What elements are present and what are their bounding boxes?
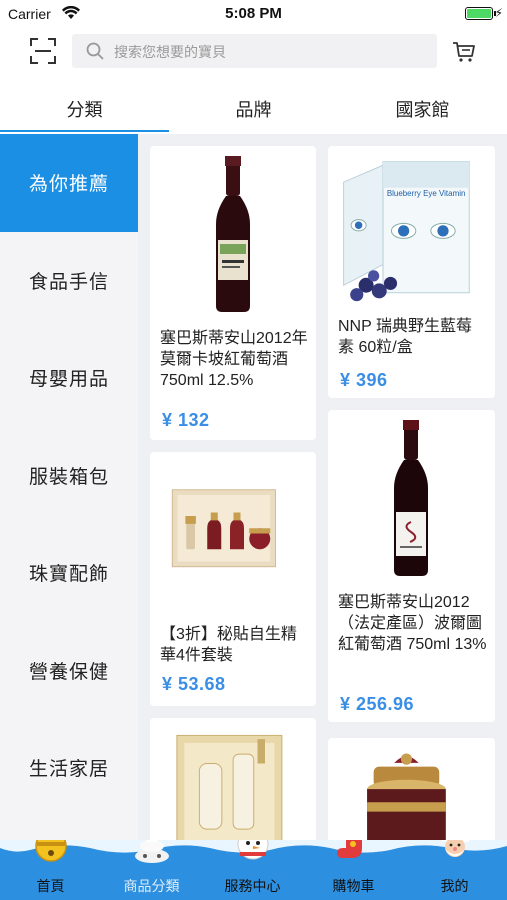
nav-cart[interactable]: 購物車	[303, 840, 404, 900]
product-name: 塞巴斯蒂安山2012年莫爾卡坡紅葡萄酒 750ml 12.5%	[160, 330, 308, 389]
skincare-gift-box-image	[176, 734, 283, 840]
blueberry-supplement-box-image: Blueberry Eye Vitamin	[343, 161, 470, 302]
cream-jar-image	[367, 753, 446, 840]
skincare-set-image	[171, 489, 276, 568]
product-price: ¥ 53.68	[162, 674, 226, 694]
cart-icon[interactable]	[452, 40, 476, 64]
product-name: 【3折】秘貼自生精華4件套裝	[160, 626, 297, 664]
nav-label: 我的	[440, 878, 469, 894]
nav-label: 首頁	[36, 878, 65, 894]
tab-category[interactable]: 分類	[0, 80, 169, 132]
product-name: NNP 瑞典野生藍莓素 60粒/盒	[338, 318, 472, 356]
product-price: ¥ 396	[340, 370, 388, 390]
scan-icon[interactable]	[30, 38, 56, 64]
product-name: 塞巴斯蒂安山2012（法定產區）波爾圖紅葡萄酒 750ml 13%	[338, 594, 487, 653]
sidebar-item-apparel[interactable]: 服裝箱包	[0, 427, 138, 525]
sidebar-item-food[interactable]: 食品手信	[0, 232, 138, 330]
red-wine-bottle-image	[216, 156, 250, 312]
search-header: 搜索您想要的寶貝	[0, 28, 507, 78]
nav-home[interactable]: 首頁	[0, 840, 101, 900]
search-bar[interactable]: 搜索您想要的寶貝	[72, 34, 437, 68]
nav-label: 服務中心	[224, 878, 281, 894]
product-card[interactable]: 塞巴斯蒂安山2012年莫爾卡坡紅葡萄酒 750ml 12.5% ¥ 132	[150, 146, 316, 440]
charging-icon: ⚡	[494, 6, 503, 20]
category-sidebar: 為你推薦 食品手信 母嬰用品 服裝箱包 珠寶配飾 營養保健 生活家居	[0, 134, 138, 840]
sidebar-item-recommended[interactable]: 為你推薦	[0, 134, 138, 232]
clock: 5:08 PM	[225, 5, 282, 22]
red-wine-bottle-white-label-image	[394, 420, 428, 576]
battery-icon	[465, 7, 496, 20]
search-placeholder: 搜索您想要的寶貝	[114, 44, 226, 60]
tab-country[interactable]: 國家館	[338, 80, 507, 132]
product-grid: 塞巴斯蒂安山2012年莫爾卡坡紅葡萄酒 750ml 12.5% ¥ 132 Bl…	[138, 134, 507, 840]
product-price: ¥ 256.96	[340, 694, 415, 714]
category-tabs: 分類 品牌 國家館	[0, 80, 507, 132]
nav-categories[interactable]: 商品分類	[101, 840, 202, 900]
nav-profile[interactable]: 我的	[404, 840, 505, 900]
search-icon	[86, 42, 104, 60]
product-card[interactable]: Blueberry Eye Vitamin NNP 瑞典野生藍莓素 60粒/盒 …	[328, 146, 495, 398]
stocking-icon	[337, 840, 362, 858]
sidebar-item-home[interactable]: 生活家居	[0, 719, 138, 817]
product-card[interactable]	[150, 718, 316, 840]
sidebar-item-health[interactable]: 營養保健	[0, 622, 138, 720]
bottom-tab-bar: 首頁 商品分類 服務中心 購物車 我的	[0, 840, 507, 900]
tab-brand[interactable]: 品牌	[169, 80, 338, 132]
santa-icon	[442, 840, 469, 857]
nav-service-center[interactable]: 服務中心	[202, 840, 303, 900]
sidebar-item-baby[interactable]: 母嬰用品	[0, 329, 138, 427]
snowman-icon	[237, 840, 269, 860]
product-price: ¥ 132	[162, 410, 210, 430]
status-bar: Carrier 5:08 PM ⚡	[0, 0, 507, 28]
product-card[interactable]	[328, 738, 495, 840]
bell-icon	[35, 840, 67, 862]
nav-label: 商品分類	[123, 878, 180, 894]
product-card[interactable]: 塞巴斯蒂安山2012（法定產區）波爾圖紅葡萄酒 750ml 13% ¥ 256.…	[328, 410, 495, 722]
supplement-box-text: Blueberry Eye Vitamin	[387, 189, 466, 198]
product-card[interactable]: 【3折】秘貼自生精華4件套裝 ¥ 53.68	[150, 452, 316, 706]
sidebar-item-jewelry[interactable]: 珠寶配飾	[0, 524, 138, 622]
snowman-stack-icon	[135, 840, 169, 863]
nav-label: 購物車	[332, 878, 375, 894]
